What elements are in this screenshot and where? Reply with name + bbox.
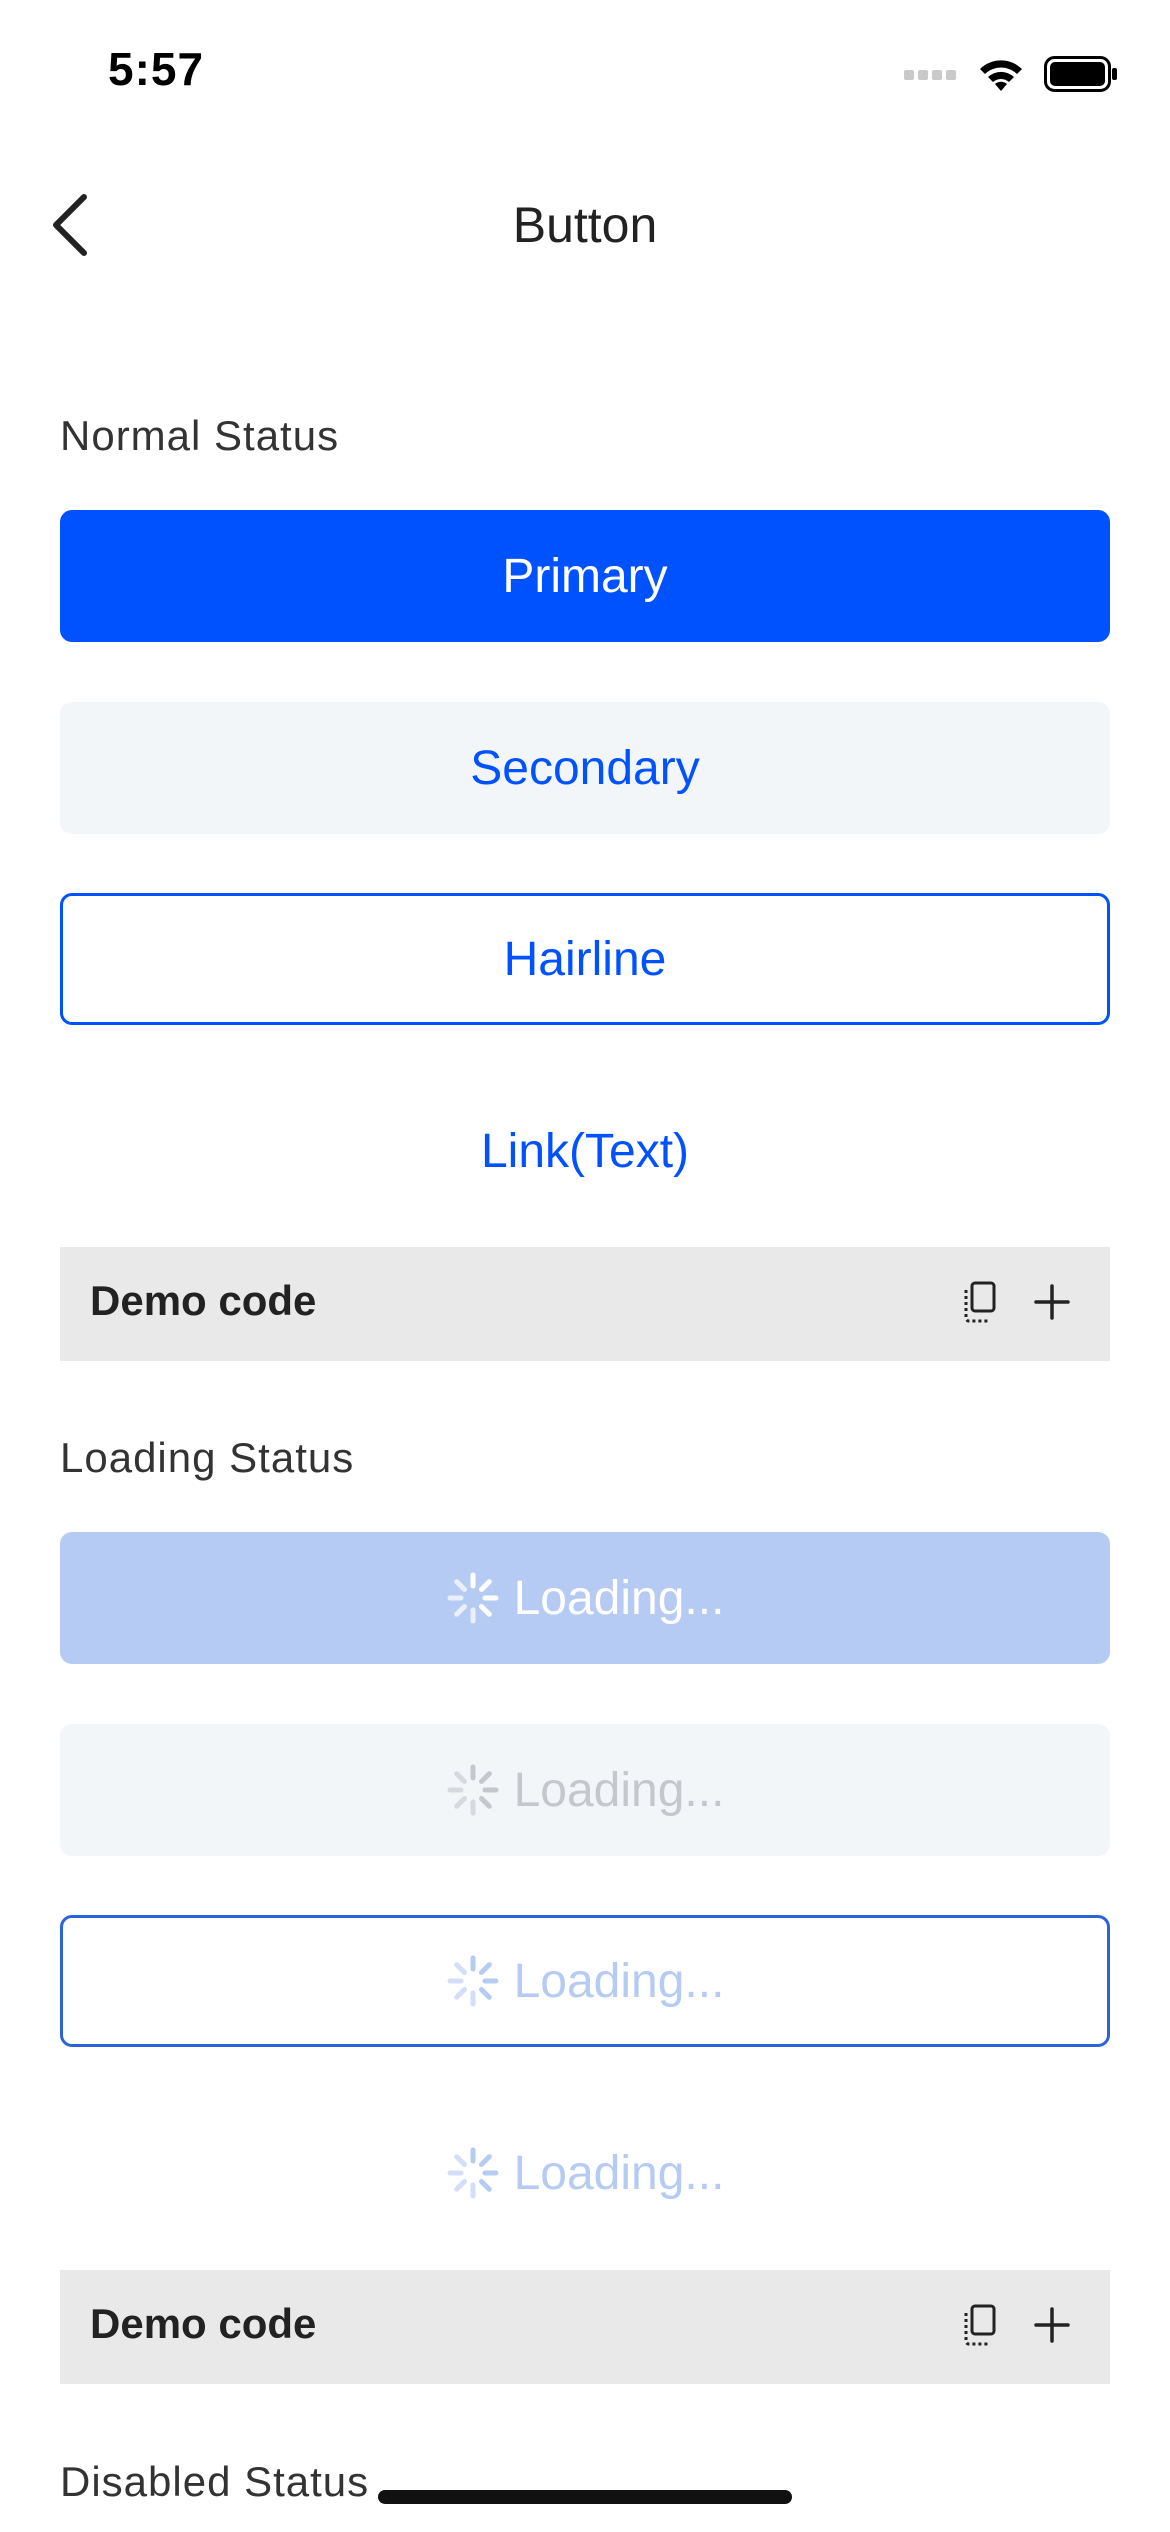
wifi-icon	[980, 60, 1022, 91]
loading-link-button[interactable]: Loading...	[60, 2107, 1110, 2239]
signal-icon	[904, 70, 956, 80]
secondary-button[interactable]: Secondary	[60, 702, 1110, 834]
section-title-normal: Normal Status	[60, 412, 340, 459]
battery-icon	[1044, 56, 1117, 92]
loading-link-label: Loading...	[513, 2146, 725, 2200]
demo-code-label: Demo code	[90, 1277, 317, 1324]
spinner-icon	[447, 1764, 499, 1816]
primary-button[interactable]: Primary	[60, 510, 1110, 642]
primary-button-label: Primary	[502, 549, 668, 603]
demo-code-actions	[960, 1280, 1072, 1324]
page-title: Button	[512, 197, 658, 253]
status-time: 5:57	[108, 43, 205, 95]
secondary-button-label: Secondary	[470, 741, 700, 795]
plus-icon[interactable]	[1032, 2305, 1072, 2345]
loading-primary-button[interactable]: Loading...	[60, 1532, 1110, 1664]
status-icons	[904, 52, 1118, 96]
copy-icon[interactable]	[960, 2303, 1000, 2347]
home-indicator	[378, 2490, 792, 2504]
plus-icon[interactable]	[1032, 1282, 1072, 1322]
demo-code-actions	[960, 2303, 1072, 2347]
link-button[interactable]: Link(Text)	[60, 1085, 1110, 1217]
loading-primary-label: Loading...	[513, 1571, 725, 1625]
link-button-label: Link(Text)	[480, 1124, 690, 1178]
spinner-icon	[447, 2147, 499, 2199]
loading-hairline-button[interactable]: Loading...	[60, 1915, 1110, 2047]
copy-icon[interactable]	[960, 1280, 1000, 1324]
loading-secondary-button[interactable]: Loading...	[60, 1724, 1110, 1856]
loading-hairline-label: Loading...	[513, 1954, 725, 2008]
demo-code-bar-loading[interactable]: Demo code	[60, 2270, 1110, 2384]
demo-code-bar-normal[interactable]: Demo code	[60, 1247, 1110, 1361]
spinner-icon	[447, 1572, 499, 1624]
section-title-loading: Loading Status	[60, 1434, 355, 1481]
hairline-button-label: Hairline	[503, 932, 667, 986]
spinner-icon	[447, 1955, 499, 2007]
hairline-button[interactable]: Hairline	[60, 893, 1110, 1025]
loading-secondary-label: Loading...	[513, 1763, 725, 1817]
status-bar: 5:57	[0, 0, 1170, 140]
demo-code-label: Demo code	[90, 2300, 317, 2347]
section-title-disabled: Disabled Status	[60, 2458, 370, 2505]
nav-bar: Button	[0, 160, 1170, 290]
